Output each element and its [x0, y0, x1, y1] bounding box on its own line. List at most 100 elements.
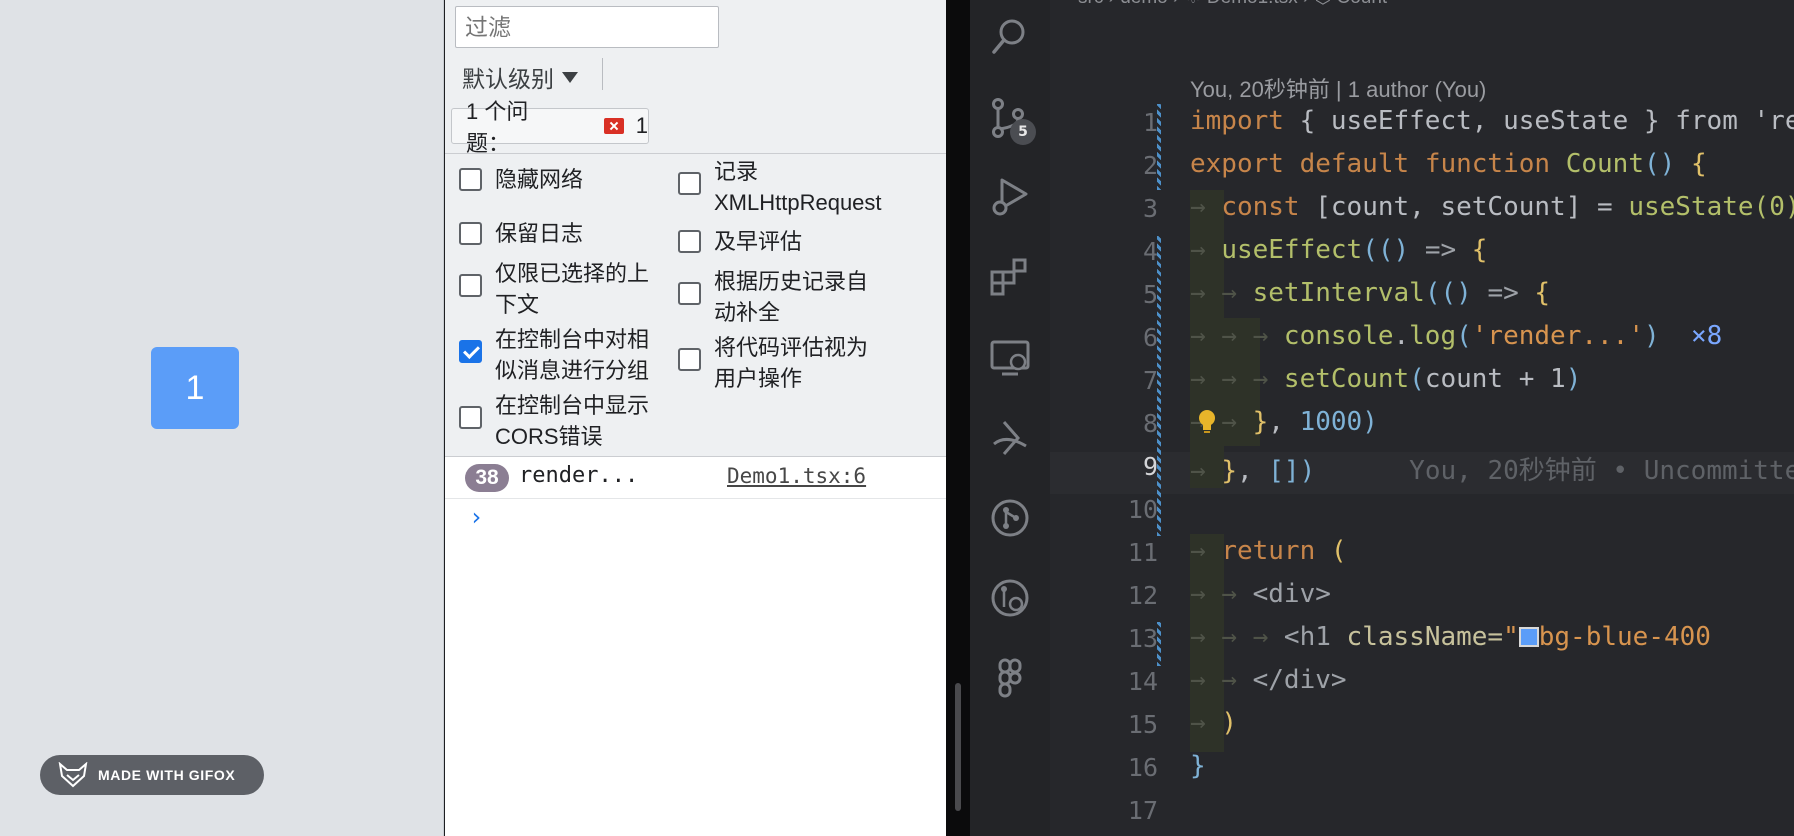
checkbox-eval-user-action[interactable] [678, 348, 701, 371]
code-line-9[interactable]: → }, []) You, 20秒钟前 • Uncommitted change… [1190, 450, 1794, 487]
checkbox-log-xhr[interactable] [678, 172, 701, 195]
line-number: 12 [1127, 581, 1158, 610]
checkbox-preserve-log[interactable] [459, 222, 482, 245]
setting-label: 在控制台中显示 CORS错误 [495, 393, 650, 449]
line-number: 6 [1142, 323, 1158, 352]
code-line-5[interactable]: → → setInterval(() => { [1190, 278, 1550, 308]
activity-bar: 5 [970, 0, 1050, 836]
chevron-down-icon [562, 71, 578, 83]
issues-label: 1 个问题： [466, 99, 529, 156]
code-line-4[interactable]: → useEffect(() => { [1190, 235, 1487, 265]
git-graph-icon[interactable] [988, 496, 1032, 540]
log-level-dropdown[interactable]: 默认级别 [462, 60, 578, 94]
source-control-badge: 5 [1010, 119, 1036, 145]
repeat-count-badge: 38 [465, 464, 509, 492]
error-flag-icon [603, 118, 624, 134]
code-line-2[interactable]: export default function Count() { [1190, 149, 1707, 179]
remote-explorer-icon[interactable] [988, 336, 1032, 380]
checkbox-eager-eval[interactable] [678, 230, 701, 253]
line-number: 1 [1142, 108, 1158, 137]
setting-hide-network[interactable]: 隐藏网络 [459, 164, 675, 195]
gifox-logo [58, 762, 88, 788]
code-line-13[interactable]: → → → <h1 className=" bg-blue-400 [1190, 622, 1711, 652]
setting-log-xhr[interactable]: 记录 XMLHttpRequest [678, 156, 914, 218]
inline-blame: You, 20秒钟前 • Uncommitted changes [1409, 456, 1794, 486]
code-line-6[interactable]: → → → console.log('render...') ×8 [1190, 321, 1722, 351]
setting-label: 隐藏网络 [495, 167, 584, 192]
checkbox-show-cors[interactable] [459, 406, 482, 429]
figma-icon[interactable] [988, 656, 1032, 700]
console-filter-input[interactable] [455, 6, 719, 48]
line-number: 3 [1142, 194, 1158, 223]
occurrence-count: ×8 [1690, 321, 1723, 351]
code-line-3[interactable]: → const [count, setCount] = useState(0) [1190, 192, 1794, 222]
issues-button[interactable]: 1 个问题： 1 [451, 99, 649, 156]
page-preview: 1 MADE WITH GIFOX [0, 0, 444, 836]
line-number: 10 [1127, 495, 1158, 524]
code-line-7[interactable]: → → → setCount(count + 1) [1190, 364, 1581, 394]
console-settings-panel: 隐藏网络 记录 XMLHttpRequest 保留日志 及早评估 仅限已选择的上… [445, 154, 946, 457]
code-line-8[interactable]: → → }, 1000) [1190, 407, 1378, 437]
setting-eval-user-action[interactable]: 将代码评估视为用户操作 [678, 332, 884, 394]
setting-eager-eval[interactable]: 及早评估 [678, 226, 914, 257]
setting-label: 仅限已选择的上下文 [495, 261, 650, 317]
code-line-16[interactable]: } [1190, 751, 1206, 781]
setting-group-similar[interactable]: 在控制台中对相似消息进行分组 [459, 324, 665, 386]
split-divider[interactable] [946, 0, 970, 836]
scrollbar-thumb[interactable] [955, 683, 961, 811]
log-source-link[interactable]: Demo1.tsx:6 [727, 464, 866, 488]
lightbulb-icon[interactable] [1196, 408, 1218, 434]
codelens-blame[interactable]: You, 20秒钟前 | 1 author (You) [1190, 72, 1486, 104]
line-number: 2 [1142, 151, 1158, 180]
code-line-14[interactable]: → → </div> [1190, 665, 1347, 695]
breadcrumb[interactable]: src › demo › ⚛ Demo1.tsx › ⬡ Count [1078, 0, 1387, 9]
line-number: 11 [1127, 538, 1158, 567]
setting-show-cors[interactable]: 在控制台中显示 CORS错误 [459, 390, 665, 452]
console-toolbar: 默认级别 1 个问题： 1 [445, 0, 946, 156]
setting-label: 根据历史记录自动补全 [714, 269, 869, 325]
code-line-11[interactable]: → return ( [1190, 536, 1347, 566]
code-editor[interactable]: src › demo › ⚛ Demo1.tsx › ⬡ Count You, … [1050, 0, 1794, 836]
setting-history-autocomplete[interactable]: 根据历史记录自动补全 [678, 266, 884, 328]
console-prompt[interactable]: › [445, 499, 946, 541]
counter-box: 1 [151, 347, 239, 429]
line-number: 7 [1142, 366, 1158, 395]
testing-icon[interactable] [988, 416, 1032, 460]
line-number: 4 [1142, 237, 1158, 266]
color-swatch[interactable] [1518, 627, 1539, 647]
line-number: 14 [1127, 667, 1158, 696]
setting-label: 保留日志 [495, 221, 584, 246]
extensions-icon[interactable] [988, 254, 1032, 298]
git-history-icon[interactable] [988, 576, 1032, 620]
line-number: 16 [1127, 753, 1158, 782]
setting-label: 在控制台中对相似消息进行分组 [495, 327, 650, 383]
prompt-chevron-icon: › [469, 503, 484, 531]
checkbox-hide-network[interactable] [459, 168, 482, 191]
devtools-console: 默认级别 1 个问题： 1 隐藏网络 记录 XMLHttpRequest 保留日… [445, 0, 946, 836]
toolbar-divider [602, 58, 603, 90]
gifox-badge-text: MADE WITH GIFOX [98, 767, 236, 783]
checkbox-group-similar[interactable] [459, 340, 482, 363]
code-line-12[interactable]: → → <div> [1190, 579, 1331, 609]
checkbox-history-autocomplete[interactable] [678, 282, 701, 305]
console-log-row[interactable]: 38 render... Demo1.tsx:6 [445, 457, 946, 499]
line-number: 13 [1127, 624, 1158, 653]
setting-label: 将代码评估视为用户操作 [714, 335, 869, 391]
log-level-label: 默认级别 [462, 66, 554, 92]
setting-label: 记录 XMLHttpRequest [714, 159, 882, 215]
setting-selected-context[interactable]: 仅限已选择的上下文 [459, 258, 665, 320]
log-message: render... [519, 463, 639, 488]
issues-count: 1 [635, 113, 648, 138]
setting-preserve-log[interactable]: 保留日志 [459, 218, 675, 249]
code-line-1[interactable]: import { useEffect, useState } from 'rea… [1190, 106, 1794, 136]
run-debug-icon[interactable] [988, 174, 1032, 218]
line-number: 17 [1127, 796, 1158, 825]
line-number-active: 9 [1142, 452, 1158, 481]
checkbox-selected-context[interactable] [459, 274, 482, 297]
search-icon[interactable] [988, 14, 1032, 58]
line-number: 8 [1142, 409, 1158, 438]
line-number: 15 [1127, 710, 1158, 739]
gifox-watermark: MADE WITH GIFOX [40, 755, 264, 795]
code-line-15[interactable]: → ) [1190, 708, 1237, 738]
line-number: 5 [1142, 280, 1158, 309]
